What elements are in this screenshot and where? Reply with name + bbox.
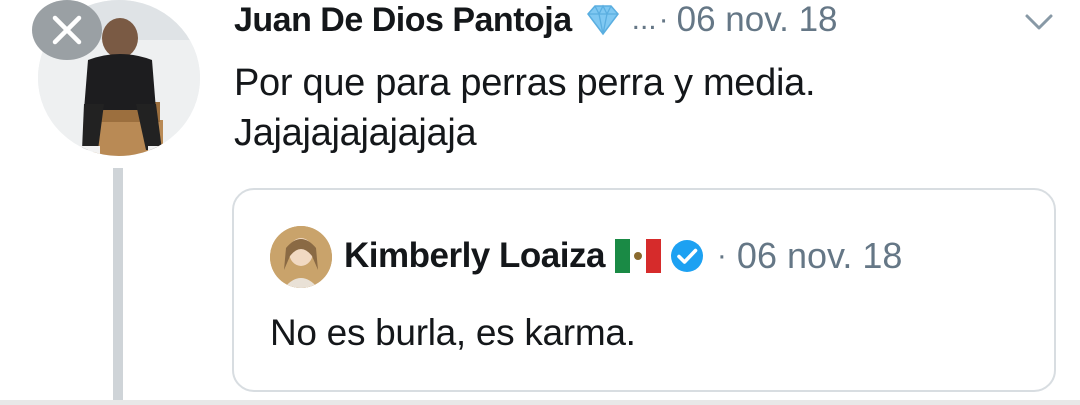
quoted-author-avatar: [270, 226, 332, 288]
separator: ·: [658, 3, 669, 36]
tweet-text: Por que para perras perra y media. Jajaj…: [234, 58, 816, 158]
tweet-text-line2: Jajajajajajajaja: [234, 112, 477, 154]
quoted-tweet-date[interactable]: 06 nov. 18: [737, 235, 902, 277]
quoted-tweet-card[interactable]: Kimberly Loaiza · 06 nov. 18 No es burla…: [232, 188, 1056, 392]
tweet-date[interactable]: 06 nov. 18: [677, 0, 838, 40]
quoted-author-name[interactable]: Kimberly Loaiza: [344, 236, 605, 276]
tweet-text-line1: Por que para perras perra y media.: [234, 62, 816, 104]
author-name[interactable]: Juan De Dios Pantoja: [234, 1, 572, 40]
name-truncation: ...: [631, 3, 657, 36]
chevron-down-icon[interactable]: [1024, 10, 1054, 34]
quoted-tweet-text: No es burla, es karma.: [270, 312, 636, 353]
quoted-tweet-header: Kimberly Loaiza · 06 nov. 18: [344, 230, 902, 282]
tweet-header: Juan De Dios Pantoja ... · 06 nov. 18: [234, 0, 838, 40]
thread-line: [113, 168, 123, 405]
verified-badge-icon: [669, 238, 705, 274]
diamond-icon: [584, 3, 622, 37]
close-icon: [52, 15, 82, 45]
quoted-separator: ·: [716, 239, 727, 272]
mexico-flag-icon: [614, 239, 661, 273]
close-button[interactable]: [32, 0, 102, 60]
bottom-divider: [0, 400, 1080, 405]
